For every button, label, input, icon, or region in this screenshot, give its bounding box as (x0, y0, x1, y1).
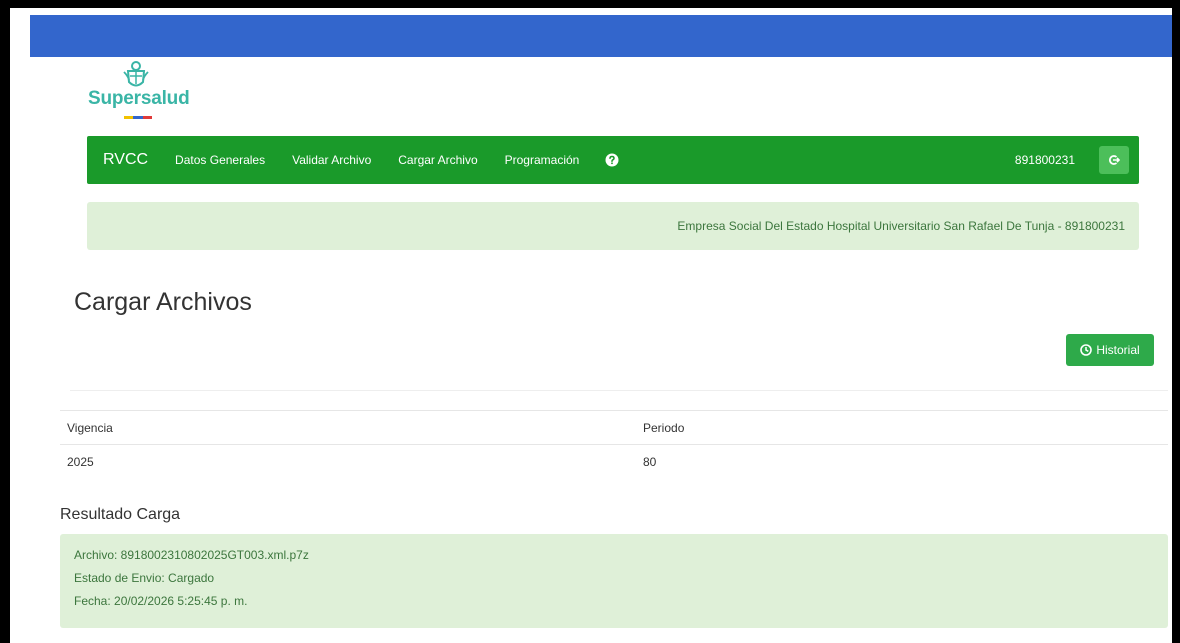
nav-datos-generales[interactable]: Datos Generales (175, 153, 265, 167)
cell-periodo: 80 (636, 444, 1168, 479)
question-circle-icon[interactable] (605, 153, 619, 167)
nav-cargar-archivo[interactable]: Cargar Archivo (398, 153, 477, 167)
header-vigencia: Vigencia (60, 410, 636, 445)
historial-button[interactable]: Historial (1066, 334, 1154, 366)
logout-icon (1108, 155, 1120, 165)
cell-vigencia: 2025 (60, 444, 636, 479)
result-section-title: Resultado Carga (60, 506, 181, 523)
clock-icon (1080, 344, 1093, 356)
logo-brand-text: Supersalud (88, 88, 190, 109)
nav-user-id: 891800231 (1014, 153, 1075, 167)
table-row: 2025 80 (60, 444, 1168, 479)
coat-of-arms-icon (123, 61, 149, 87)
supersalud-logo[interactable]: Supersalud (88, 60, 198, 122)
logo-flag-stripe (124, 116, 152, 119)
flag-yellow (124, 116, 134, 119)
vigencia-periodo-table: Vigencia Periodo 2025 80 (60, 410, 1168, 479)
result-archivo: Archivo: 8918002310802025GT003.xml.p7z (74, 548, 309, 562)
section-divider (70, 390, 1168, 391)
header-periodo: Periodo (636, 410, 1168, 445)
main-navbar: RVCC Datos Generales Validar Archivo Car… (87, 136, 1139, 184)
entity-name: Empresa Social Del Estado Hospital Unive… (677, 219, 1125, 233)
page-title: Cargar Archivos (74, 288, 252, 316)
table-header-row: Vigencia Periodo (60, 410, 1168, 445)
result-estado: Estado de Envio: Cargado (74, 571, 215, 585)
top-banner (30, 15, 1172, 57)
result-alert: Archivo: 8918002310802025GT003.xml.p7z E… (60, 534, 1168, 628)
entity-banner: Empresa Social Del Estado Hospital Unive… (87, 202, 1139, 250)
historial-label: Historial (1096, 343, 1140, 357)
page-viewport: Supersalud RVCC Datos Generales Validar … (9, 7, 1173, 643)
flag-blue (133, 116, 143, 119)
nav-programacion[interactable]: Programación (505, 153, 580, 167)
nav-validar-archivo[interactable]: Validar Archivo (292, 153, 371, 167)
navbar-brand[interactable]: RVCC (103, 151, 148, 169)
logout-button[interactable] (1099, 146, 1129, 174)
result-fecha: Fecha: 20/02/2026 5:25:45 p. m. (74, 594, 248, 608)
flag-red (142, 116, 152, 119)
